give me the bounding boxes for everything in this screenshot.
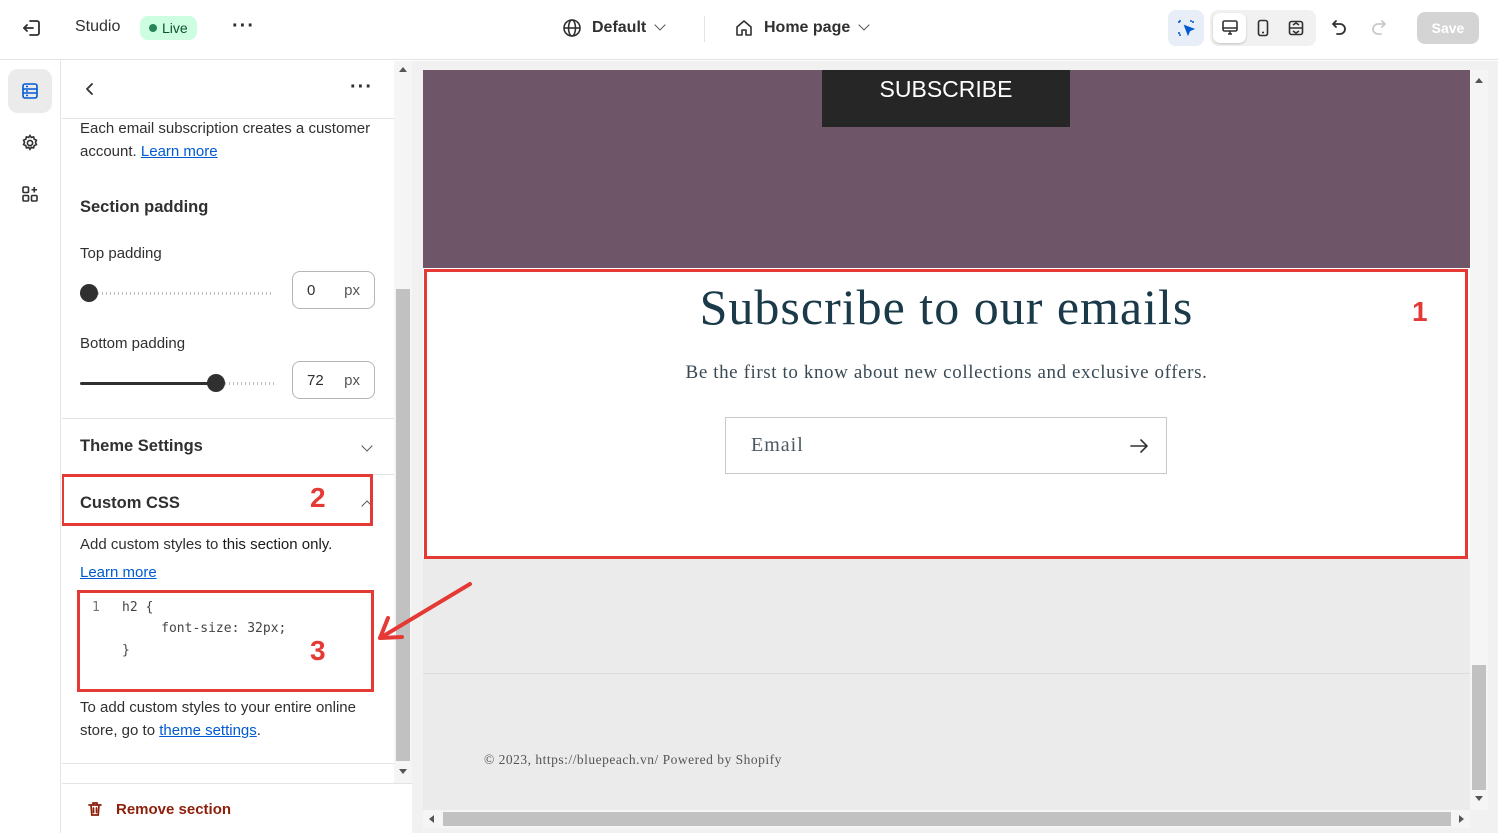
theme-selector-label: Default [592, 19, 647, 36]
top-padding-slider[interactable] [80, 283, 274, 303]
panel-header: ··· [62, 61, 394, 119]
toolbar-divider [704, 16, 705, 42]
trash-icon [88, 802, 102, 816]
annotation-box-2 [62, 474, 373, 526]
apps-nav-button[interactable] [8, 172, 52, 216]
slider-empty-track [98, 292, 274, 295]
page-selector-label: Home page [764, 19, 851, 36]
annotation-box-3 [77, 590, 374, 692]
panel-footer: Remove section [62, 783, 412, 833]
globe-icon [563, 19, 581, 37]
annotation-label-2: 2 [310, 482, 326, 513]
bottom-padding-slider[interactable] [80, 373, 274, 393]
unit-label: px [344, 372, 360, 389]
purple-banner-section: SUBSCRIBE [423, 70, 1470, 268]
full-width-view-button[interactable] [1279, 13, 1312, 43]
scroll-left-icon[interactable] [429, 815, 434, 823]
slider-filled-track [80, 382, 216, 385]
section-padding-heading: Section padding [80, 198, 209, 216]
scroll-down-icon[interactable] [1475, 796, 1483, 801]
settings-nav-button[interactable] [8, 121, 52, 165]
bottom-padding-value: 72 [307, 372, 324, 389]
chevron-down-icon[interactable] [361, 440, 373, 452]
custom-css-help: Add custom styles to this section only. [80, 533, 380, 556]
sections-icon [22, 83, 38, 99]
learn-more-link[interactable]: Learn more [141, 143, 218, 160]
chevron-down-icon [858, 19, 870, 31]
custom-css-help-text: Add custom styles to [80, 536, 223, 553]
slider-thumb[interactable] [80, 284, 98, 302]
desktop-icon [1221, 20, 1238, 35]
chevron-down-icon [654, 19, 666, 31]
apps-icon [22, 186, 38, 202]
bottom-padding-input[interactable]: 72 px [292, 361, 375, 399]
gear-icon [22, 134, 38, 151]
scroll-right-icon[interactable] [1459, 815, 1464, 823]
scroll-up-icon[interactable] [399, 67, 407, 72]
remove-section-label: Remove section [116, 800, 232, 818]
inspector-toggle[interactable] [1168, 10, 1204, 46]
top-padding-label: Top padding [80, 245, 162, 262]
redo-icon[interactable] [1368, 16, 1392, 40]
copyright-text: © 2023, https://bluepeach.vn/ Powered by… [484, 752, 782, 767]
footer-divider [423, 673, 1470, 674]
viewport-switcher [1210, 10, 1316, 46]
scroll-up-icon[interactable] [1475, 78, 1483, 83]
undo-icon[interactable] [1326, 16, 1350, 40]
save-button[interactable]: Save [1417, 12, 1479, 44]
annotation-label-1: 1 [1412, 296, 1428, 327]
footer-section [423, 558, 1470, 810]
slider-thumb[interactable] [206, 374, 225, 392]
custom-css-learn-more-link[interactable]: Learn more [80, 561, 157, 584]
divider [62, 418, 394, 419]
sidebar-scrollbar[interactable] [394, 61, 412, 783]
top-padding-value: 0 [307, 282, 316, 299]
slider-empty-track [224, 382, 274, 385]
divider [62, 763, 394, 764]
theme-settings-toggle[interactable]: Theme Settings [80, 437, 203, 456]
annotation-arrow-icon [378, 582, 472, 640]
subscription-note: Each email subscription creates a custom… [80, 117, 380, 163]
back-arrow-icon[interactable] [82, 81, 98, 97]
scroll-down-icon[interactable] [399, 769, 407, 774]
page-selector[interactable]: Home page [734, 16, 870, 40]
bottom-padding-label: Bottom padding [80, 335, 186, 352]
panel-more-icon[interactable]: ··· [350, 77, 373, 97]
app-name: Studio [75, 18, 121, 35]
subscribe-button[interactable]: SUBSCRIBE [822, 70, 1070, 127]
fullscreen-icon [1288, 20, 1303, 36]
global-css-note-suffix: . [256, 722, 261, 739]
custom-css-help-emphasis: this section only. [222, 536, 333, 553]
mobile-icon [1257, 19, 1268, 37]
subscription-note-text: Each email subscription creates a custom… [80, 120, 371, 160]
scrollbar-thumb[interactable] [1472, 665, 1486, 790]
exit-icon[interactable] [20, 16, 44, 40]
annotation-box-1 [424, 269, 1468, 559]
desktop-view-button[interactable] [1213, 13, 1246, 43]
scrollbar-thumb[interactable] [443, 812, 1451, 826]
top-bar: Studio Live ··· Default Home page Save [0, 0, 1498, 60]
home-icon [736, 20, 752, 36]
preview-vertical-scrollbar[interactable] [1470, 70, 1488, 810]
sections-nav-button[interactable] [8, 69, 52, 113]
theme-selector[interactable]: Default [562, 16, 666, 40]
annotation-label-3: 3 [310, 635, 326, 666]
scrollbar-thumb[interactable] [396, 289, 410, 761]
mobile-view-button[interactable] [1246, 13, 1279, 43]
unit-label: px [344, 282, 360, 299]
top-padding-input[interactable]: 0 px [292, 271, 375, 309]
theme-settings-link[interactable]: theme settings [159, 722, 257, 739]
preview-horizontal-scrollbar[interactable] [423, 810, 1470, 828]
global-css-note: To add custom styles to your entire onli… [80, 696, 370, 742]
remove-section-button[interactable]: Remove section [86, 800, 231, 818]
section-settings-panel: ··· Each email subscription creates a cu… [62, 61, 394, 783]
more-actions-icon[interactable]: ··· [232, 14, 255, 38]
live-status-badge: Live [140, 16, 197, 40]
left-rail [0, 61, 61, 833]
cursor-select-icon [1178, 20, 1196, 37]
